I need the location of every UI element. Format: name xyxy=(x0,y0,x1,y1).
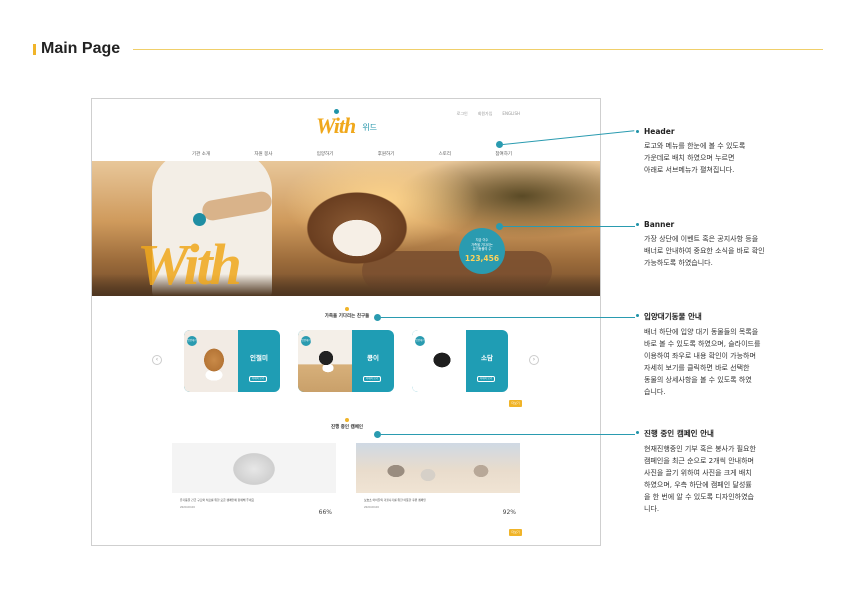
pet-name: 인절미 xyxy=(250,354,268,362)
callout-title: 입양대기동물 안내 xyxy=(644,312,702,321)
adoption-card[interactable]: 입양대기 소담 자세히 보기 xyxy=(412,330,508,392)
nav-item-story[interactable]: 스토리 xyxy=(439,151,451,157)
callout-title: 진행 중인 캠페인 안내 xyxy=(644,429,714,438)
website-mockup: With 위드 로그인 회원가입 ENGLISH 기관 소개 자원 봉사 입양하… xyxy=(91,98,601,546)
counter-value: 123,456 xyxy=(464,253,500,263)
adoption-card[interactable]: 입양대기 인절미 자세히 보기 xyxy=(184,330,280,392)
nav-item-volunteer[interactable]: 자원 봉사 xyxy=(254,151,272,157)
callout-header: Header 로고와 메뉴를 한눈에 볼 수 있도록 가운데로 배치 하였으며 … xyxy=(636,127,794,176)
adoption-connector-line xyxy=(381,317,635,318)
banner-dog-image xyxy=(297,183,427,283)
logo-dot-icon xyxy=(334,109,339,114)
callout-bullet-icon xyxy=(636,431,639,434)
status-badge: 입양대기 xyxy=(415,336,425,346)
nav-item-donate[interactable]: 후원하기 xyxy=(378,151,395,157)
campaign-section-title: 진행 중인 캠페인 xyxy=(317,418,377,430)
pet-name: 소담 xyxy=(481,354,493,362)
campaign-percent: 92% xyxy=(502,509,516,516)
banner-connector-dot xyxy=(496,223,503,230)
util-link-login[interactable]: 로그인 xyxy=(457,111,468,117)
next-arrow-icon[interactable]: › xyxy=(529,355,539,365)
nav-item-about[interactable]: 기관 소개 xyxy=(192,151,210,157)
callout-adoption: 입양대기동물 안내 배너 하단에 입양 대기 동물들의 목록을 바로 볼 수 있… xyxy=(636,311,794,398)
campaign-date: 2020.00.00 xyxy=(364,506,379,509)
callout-description: 현재진행중인 기부 혹은 봉사가 필요한 캠페인을 최근 순으로 2개씩 안내하… xyxy=(644,445,756,513)
page-title: Main Page xyxy=(41,40,121,57)
banner-big-logo: With xyxy=(137,232,242,296)
banner-connector-line xyxy=(503,226,635,227)
status-badge: 입양대기 xyxy=(187,336,197,346)
banner-counter-badge: 지금 이수 가족을 기다리는 유기동물의 수 123,456 xyxy=(459,228,505,274)
campaign-text: 보호소 아이들의 겨울나기를 위한 따뜻한 후원 캠페인 xyxy=(364,498,426,502)
nav-item-participate[interactable]: 참여하기 xyxy=(495,151,512,157)
adoption-more-button[interactable]: 더보기 xyxy=(509,400,522,407)
detail-button[interactable]: 자세히 보기 xyxy=(477,376,495,382)
callout-bullet-icon xyxy=(636,223,639,226)
campaign-card[interactable]: 보호소 아이들의 겨울나기를 위한 따뜻한 후원 캠페인 2020.00.00 … xyxy=(356,443,520,521)
callout-campaign: 진행 중인 캠페인 안내 현재진행중인 기부 혹은 봉사가 필요한 캠페인을 최… xyxy=(636,428,794,515)
adoption-connector-dot xyxy=(374,314,381,321)
callout-bullet-icon xyxy=(636,314,639,317)
campaign-image xyxy=(356,443,520,493)
campaign-date: 2020.00.00 xyxy=(180,506,195,509)
header-connector-dot xyxy=(496,141,503,148)
campaign-more-button[interactable]: 더보기 xyxy=(509,529,522,536)
adoption-title-text: 가족을 기다리는 친구들 xyxy=(324,314,370,319)
campaign-image xyxy=(172,443,336,493)
hero-banner[interactable]: With 지금 이수 가족을 기다리는 유기동물의 수 123,456 xyxy=(92,161,600,296)
section-header: Main Page xyxy=(33,38,823,62)
title-accent-bar xyxy=(33,44,36,55)
callout-description: 배너 하단에 입양 대기 동물들의 목록을 바로 볼 수 있도록 하였으며, 슬… xyxy=(644,328,761,396)
campaign-connector-dot xyxy=(374,431,381,438)
callout-bullet-icon xyxy=(636,130,639,133)
title-mark-icon xyxy=(345,307,349,311)
campaign-percent: 66% xyxy=(318,509,332,516)
utility-nav: 로그인 회원가입 ENGLISH xyxy=(457,111,520,117)
campaign-title-text: 진행 중인 캠페인 xyxy=(330,425,364,430)
util-link-english[interactable]: ENGLISH xyxy=(502,111,520,117)
prev-arrow-icon[interactable]: ‹ xyxy=(152,355,162,365)
adoption-card[interactable]: 입양대기 콩이 자세히 보기 xyxy=(298,330,394,392)
banner-logo-dot-icon xyxy=(193,213,206,226)
util-link-join[interactable]: 회원가입 xyxy=(478,111,493,117)
callout-description: 로고와 메뉴를 한눈에 볼 수 있도록 가운데로 배치 하였으며 누르면 아래로… xyxy=(644,142,746,174)
status-badge: 입양대기 xyxy=(301,336,311,346)
title-rule xyxy=(133,49,823,50)
campaign-text: 유기동물 긴급 구조와 치료를 위한 모금 캠페인에 함께해 주세요 xyxy=(180,498,255,502)
callout-title: Banner xyxy=(644,220,675,229)
campaign-card[interactable]: 유기동물 긴급 구조와 치료를 위한 모금 캠페인에 함께해 주세요 2020.… xyxy=(172,443,336,521)
detail-button[interactable]: 자세히 보기 xyxy=(363,376,381,382)
callout-description: 가장 상단에 이벤트 혹은 공지사항 등을 배너로 안내하여 중요한 소식을 바… xyxy=(644,235,765,267)
campaign-connector-line xyxy=(381,434,635,435)
counter-line-3: 유기동물의 수 xyxy=(472,247,492,251)
main-nav: 기관 소개 자원 봉사 입양하기 후원하기 스토리 참여하기 xyxy=(192,151,512,157)
site-logo[interactable]: With 위드 xyxy=(316,109,378,138)
callout-banner: Banner 가장 상단에 이벤트 혹은 공지사항 등을 배너로 안내하여 중요… xyxy=(636,220,794,269)
callout-title: Header xyxy=(644,127,675,136)
logo-text: With xyxy=(316,113,356,138)
logo-subtext: 위드 xyxy=(362,123,378,132)
nav-item-adopt[interactable]: 입양하기 xyxy=(317,151,334,157)
detail-button[interactable]: 자세히 보기 xyxy=(249,376,267,382)
pet-name: 콩이 xyxy=(367,354,379,362)
title-mark-icon xyxy=(345,418,349,422)
